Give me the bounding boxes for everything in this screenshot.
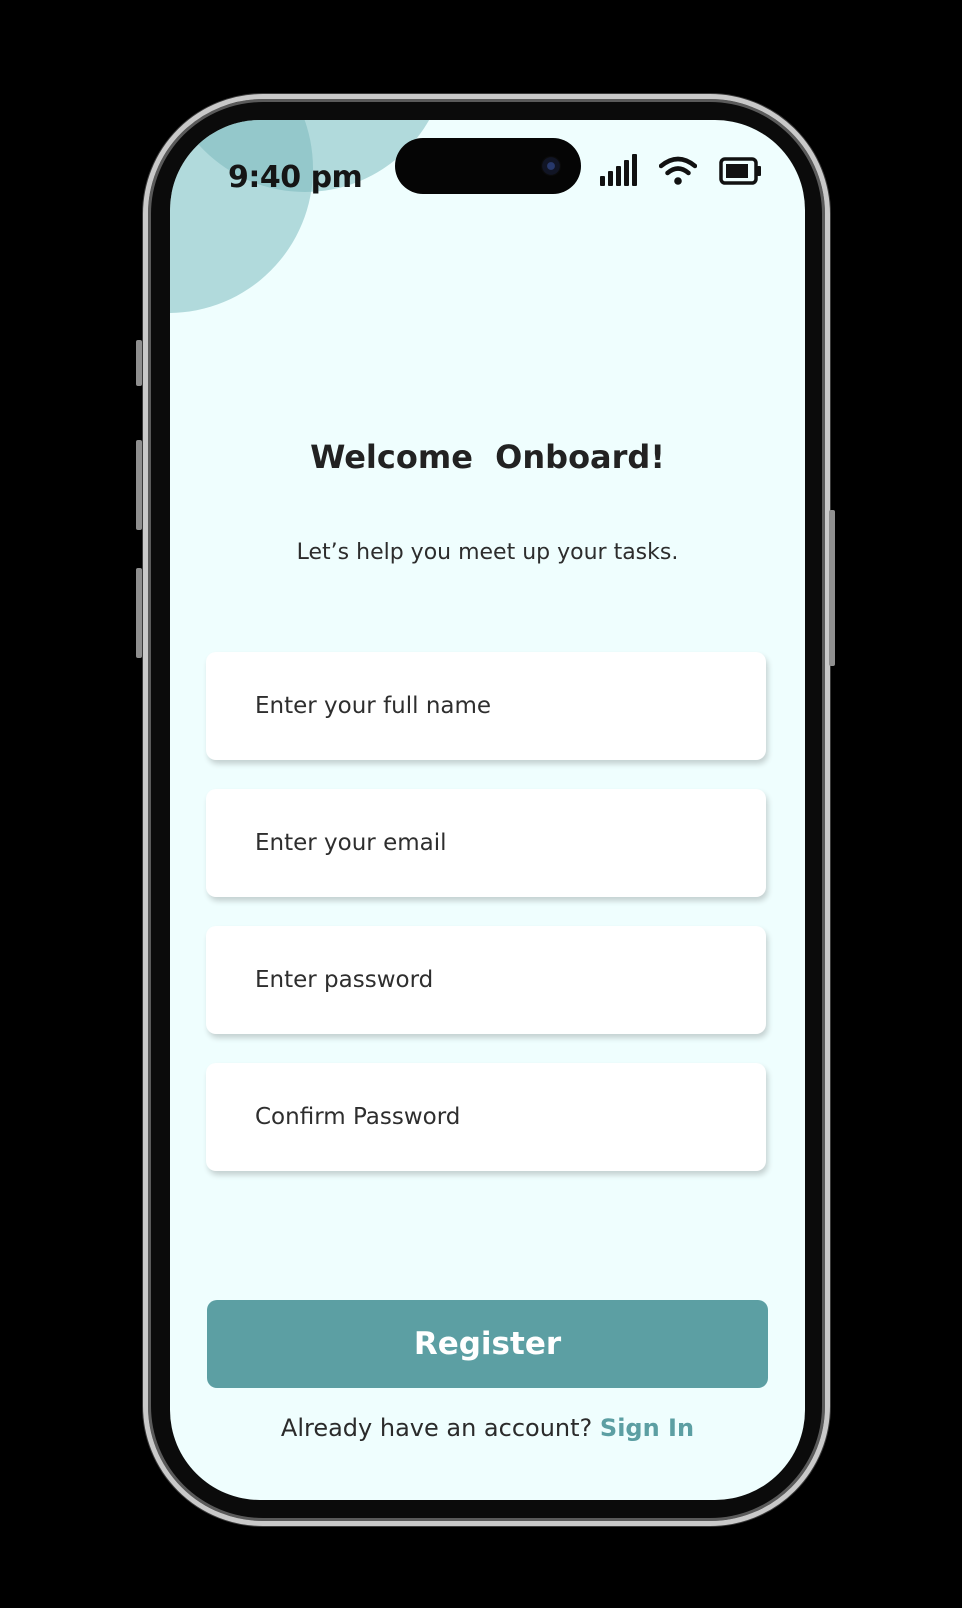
signin-row: Already have an account? Sign In <box>170 1414 805 1442</box>
register-button[interactable]: Register <box>207 1300 768 1388</box>
front-camera-icon <box>541 156 561 176</box>
page-subtitle: Let’s help you meet up your tasks. <box>296 540 679 565</box>
page-title: Welcome Onboard! <box>310 438 665 476</box>
dynamic-island <box>395 138 581 194</box>
battery-icon <box>719 157 761 185</box>
full-name-input[interactable] <box>206 652 766 760</box>
signin-link[interactable]: Sign In <box>600 1414 694 1442</box>
wifi-icon <box>659 156 697 185</box>
status-icons <box>600 154 763 186</box>
cellular-signal-icon <box>600 154 637 186</box>
confirm-password-input[interactable] <box>206 1063 766 1171</box>
status-time: 9:40 pm <box>228 160 363 195</box>
password-input[interactable] <box>206 926 766 1034</box>
action-button <box>136 340 142 386</box>
power-button <box>829 510 835 666</box>
phone-screen: 9:40 pm Welcome Onboard! Let’s help you … <box>170 120 805 1500</box>
signin-prompt: Already have an account? <box>280 1414 600 1442</box>
volume-down-button <box>136 568 142 658</box>
email-input[interactable] <box>206 789 766 897</box>
volume-up-button <box>136 440 142 530</box>
